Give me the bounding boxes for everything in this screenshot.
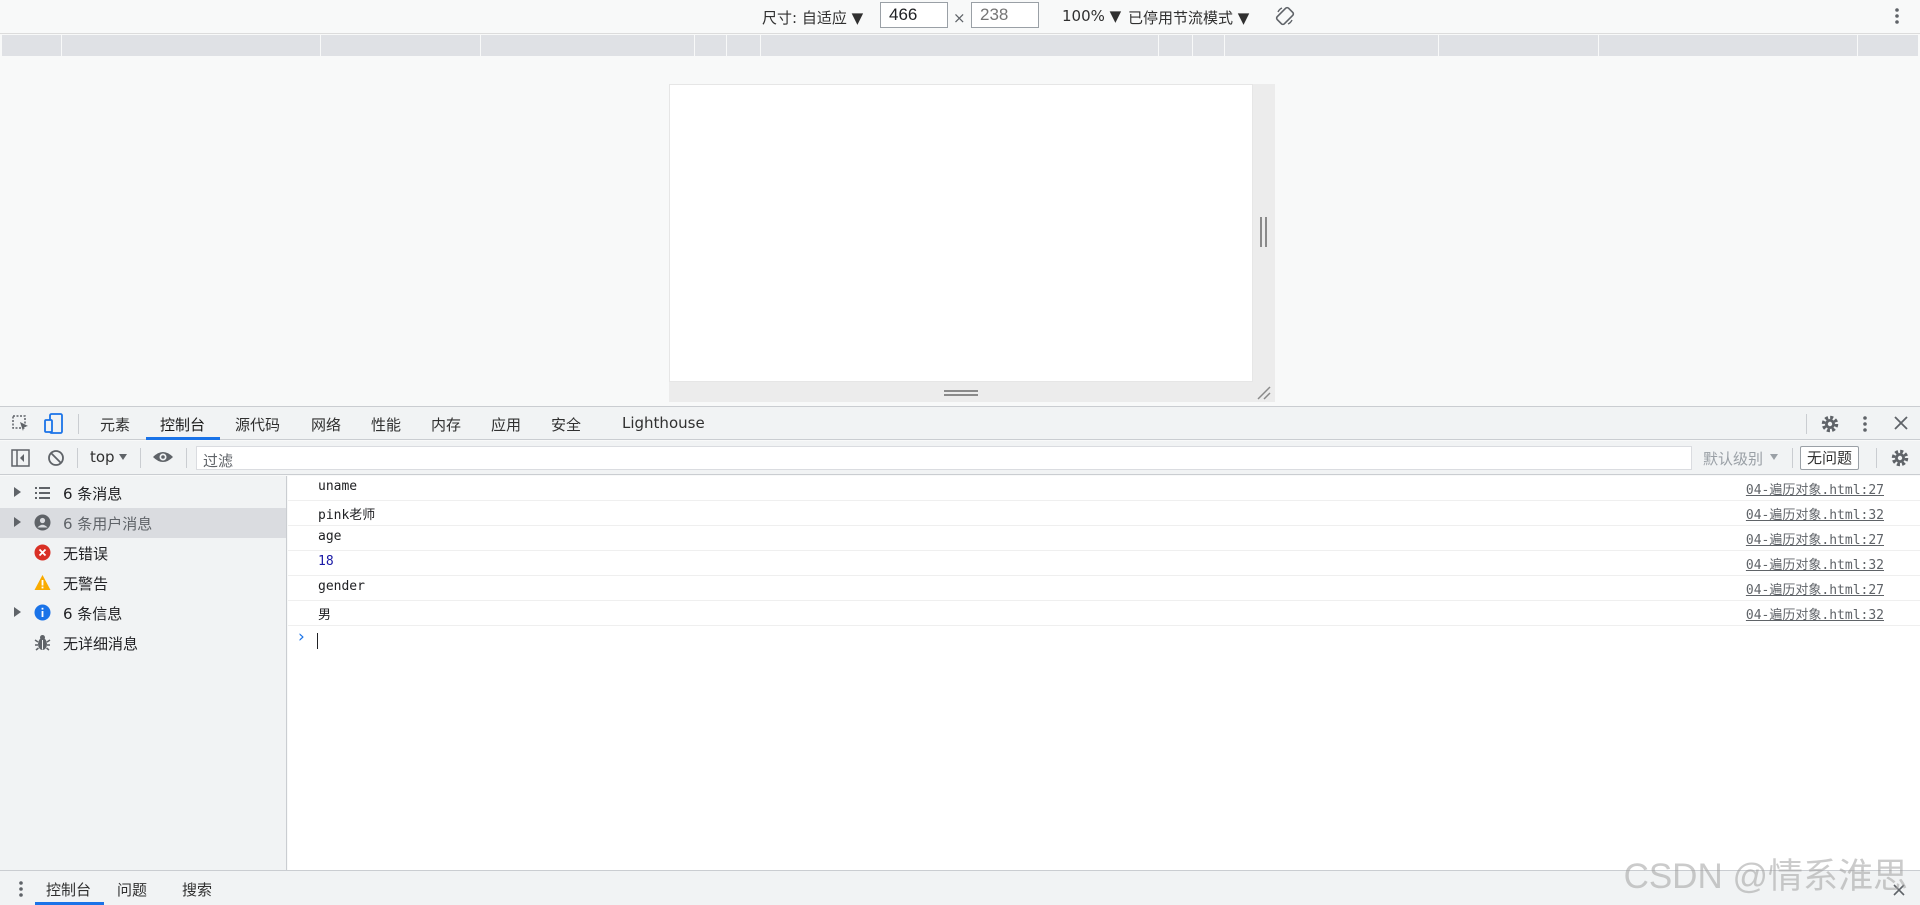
console-prompt[interactable]: › [288,627,1920,655]
console-message: gender 04-遍历对象.html:27 [288,576,1920,601]
tab-console[interactable]: 控制台 [160,414,205,435]
sidebar-item-label: 无详细消息 [63,635,139,653]
height-input[interactable] [971,2,1039,28]
viewport-bottom-handle[interactable] [669,382,1275,402]
prompt-chevron-icon: › [298,627,305,647]
expand-arrow-icon[interactable] [14,607,21,617]
clear-console-icon[interactable] [47,449,65,467]
message-text: gender [318,579,365,594]
tab-lighthouse[interactable]: Lighthouse [622,414,705,432]
user-icon [34,514,51,531]
context-caret-icon [119,454,127,460]
sidebar-item-info[interactable]: 6 条信息 [0,598,286,628]
source-link[interactable]: 04-遍历对象.html:27 [1746,529,1884,548]
source-link[interactable]: 04-遍历对象.html:32 [1746,504,1884,523]
sidebar-item-label: 6 条消息 [63,485,123,503]
sidebar-item-verbose[interactable]: 无详细消息 [0,628,286,658]
active-tab-indicator [146,437,220,440]
expand-arrow-icon[interactable] [14,487,21,497]
device-viewport[interactable] [669,84,1253,382]
message-text: age [318,529,342,544]
error-icon [34,544,51,561]
inspect-element-icon[interactable] [11,414,31,434]
console-message: pink老师 04-遍历对象.html:32 [288,501,1920,526]
panel-tab-bar: 元素 控制台 源代码 网络 性能 内存 应用 安全 Lighthouse [0,406,1920,440]
device-toggle-icon[interactable] [44,413,64,435]
tab-sources[interactable]: 源代码 [235,414,280,435]
viewport-right-handle[interactable] [1253,84,1275,382]
expand-arrow-icon[interactable] [14,517,21,527]
sidebar-item-label: 无警告 [63,575,109,593]
tab-application[interactable]: 应用 [491,414,521,435]
sidebar-toggle-icon[interactable] [11,449,30,467]
message-text: uname [318,479,358,494]
sidebar-item-errors[interactable]: 无错误 [0,538,286,568]
zoom-dropdown[interactable]: 100% ▼ [1062,7,1121,25]
drawer-tab-console[interactable]: 控制台 [46,879,91,900]
sidebar-item-user-messages[interactable]: 6 条用户消息 [0,508,286,538]
dimensions-dropdown[interactable]: 尺寸: 自适应 ▼ [762,7,863,28]
media-query-bar[interactable] [2,35,1918,56]
tab-memory[interactable]: 内存 [431,414,461,435]
width-input[interactable] [880,2,948,28]
text-cursor [317,633,318,649]
message-number: 18 [318,554,334,569]
tab-security[interactable]: 安全 [551,414,581,435]
console-message: uname 04-遍历对象.html:27 [288,476,1920,501]
log-level-caret-icon [1770,454,1778,460]
message-text: 男 [318,608,332,623]
tab-performance[interactable]: 性能 [371,414,401,435]
customize-more-icon[interactable] [1862,415,1868,433]
drawer-more-icon[interactable] [18,880,24,898]
list-icon [34,484,51,501]
issues-button[interactable]: 无问题 [1800,446,1860,470]
console-settings-gear-icon[interactable] [1890,448,1910,468]
bug-icon [34,634,51,651]
source-link[interactable]: 04-遍历对象.html:32 [1746,554,1884,573]
rotate-icon[interactable] [1275,6,1295,26]
source-link[interactable]: 04-遍历对象.html:27 [1746,579,1884,598]
throttle-dropdown[interactable]: 已停用节流模式 ▼ [1128,7,1249,28]
sidebar-item-label: 6 条信息 [63,605,123,623]
tab-network[interactable]: 网络 [311,414,341,435]
source-link[interactable]: 04-遍历对象.html:32 [1746,604,1884,623]
settings-gear-icon[interactable] [1820,414,1840,434]
filter-input[interactable]: 过滤 [196,446,1692,470]
device-more-icon[interactable] [1894,7,1900,25]
source-link[interactable]: 04-遍历对象.html:27 [1746,479,1884,498]
sidebar-item-messages[interactable]: 6 条消息 [0,478,286,508]
times-symbol: × [953,9,966,27]
message-text: pink老师 [318,508,376,523]
sidebar-item-warnings[interactable]: 无警告 [0,568,286,598]
drawer-tab-search[interactable]: 搜索 [182,879,212,900]
console-message: 男 04-遍历对象.html:32 [288,601,1920,626]
log-level-dropdown[interactable]: 默认级别 [1703,448,1763,469]
drawer-tab-issues[interactable]: 问题 [117,879,147,900]
live-expression-eye-icon[interactable] [152,450,174,464]
console-message: 18 04-遍历对象.html:32 [288,551,1920,576]
context-selector[interactable]: top [90,448,115,466]
tab-elements[interactable]: 元素 [100,414,130,435]
console-message: age 04-遍历对象.html:27 [288,526,1920,551]
sidebar-item-label: 无错误 [63,545,109,563]
close-devtools-icon[interactable] [1894,416,1908,430]
info-icon [34,604,51,621]
warning-icon [34,574,51,591]
csdn-watermark: CSDN @情系淮思 [1623,857,1908,896]
sidebar-item-label: 6 条用户消息 [63,515,153,533]
